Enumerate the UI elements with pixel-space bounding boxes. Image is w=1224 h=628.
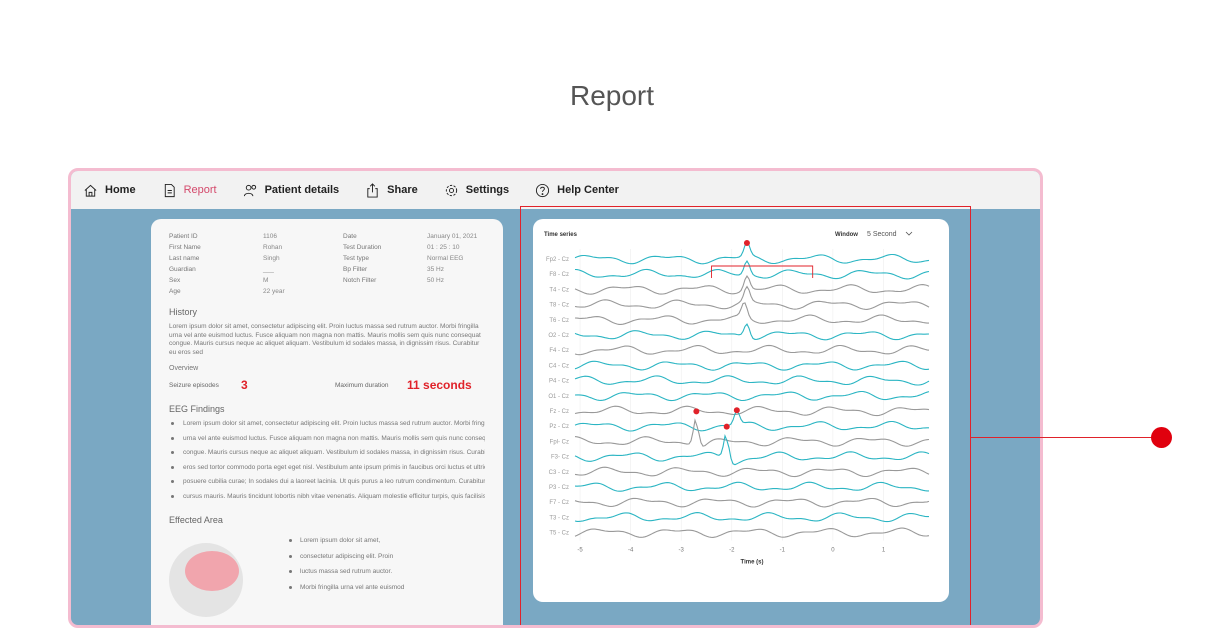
top-navbar: Home Report Patient details Share Settin…	[71, 171, 1040, 209]
patient-info-row: First Name Rohan Test Duration 01 : 25 : 10	[169, 244, 485, 254]
field-value: M	[263, 277, 269, 284]
nav-patient-details[interactable]: Patient details	[243, 183, 340, 198]
list-item: congue. Mauris cursus neque ac aliquet a…	[169, 449, 485, 464]
effected-area-title: Effected Area	[169, 515, 223, 525]
list-item: luctus massa sed rutrum auctor.	[287, 568, 404, 584]
affected-region-highlight	[185, 551, 239, 591]
list-item: Morbi fringilla urna vel ante euismod	[287, 584, 404, 600]
field-label: First Name	[169, 244, 201, 251]
nav-home-label: Home	[105, 184, 136, 196]
field-value: 35 Hz	[427, 266, 444, 273]
history-text: Lorem ipsum dolor sit amet, consectetur …	[169, 323, 481, 356]
app-frame: Home Report Patient details Share Settin…	[68, 168, 1043, 628]
gear-icon	[445, 184, 457, 196]
nav-settings-label: Settings	[465, 184, 510, 196]
patient-info-row: Patient ID 1106 Date January 01, 2021	[169, 233, 485, 243]
list-item: eros sed tortor commodo porta eget eget …	[169, 464, 485, 479]
nav-report-label: Report	[183, 184, 217, 196]
chart-highlight-box	[520, 206, 971, 625]
nav-home[interactable]: Home	[83, 183, 136, 198]
nav-report[interactable]: Report	[162, 183, 217, 198]
field-label: Age	[169, 288, 181, 295]
eeg-findings-title: EEG Findings	[169, 404, 225, 414]
field-value: 01 : 25 : 10	[427, 244, 460, 251]
field-value: Normal EEG	[427, 255, 464, 262]
nav-help-center-label: Help Center	[557, 184, 619, 196]
nav-patient-details-label: Patient details	[264, 184, 340, 196]
overview-title: Overview	[169, 365, 199, 372]
field-label: Bp Filter	[343, 266, 368, 273]
field-label: Notch Filter	[343, 277, 377, 284]
document-icon	[164, 183, 175, 197]
nav-share[interactable]: Share	[365, 182, 418, 198]
list-item: posuere cubilia curae; In sodales dui a …	[169, 478, 485, 493]
effected-area-list: Lorem ipsum dolor sit amet, consectetur a…	[287, 537, 404, 599]
field-label: Test Duration	[343, 244, 382, 251]
field-value: 50 Hz	[427, 277, 444, 284]
share-icon	[367, 182, 378, 198]
field-label: Date	[343, 233, 357, 240]
eeg-findings-list: Lorem ipsum dolor sit amet, consectetur …	[169, 420, 485, 507]
annotation-marker	[1151, 427, 1172, 448]
nav-share-label: Share	[387, 184, 418, 196]
field-value: Rohan	[263, 244, 283, 251]
annotation-connector-line	[971, 437, 1161, 438]
list-item: Lorem ipsum dolor sit amet,	[287, 537, 404, 553]
seizure-episodes-value: 3	[241, 378, 248, 392]
help-icon	[536, 183, 550, 197]
history-title: History	[169, 307, 198, 317]
field-label: Patient ID	[169, 233, 198, 240]
users-icon	[243, 184, 256, 196]
overview-row: Seizure episodes 3 Maximum duration 11 s…	[169, 378, 485, 394]
list-item: cursus mauris. Mauris tincidunt lobortis…	[169, 493, 485, 508]
field-value: 1106	[263, 233, 277, 240]
patient-info-grid: Patient ID 1106 Date January 01, 2021 First …	[169, 233, 485, 301]
field-label: Test type	[343, 255, 370, 262]
list-item: consectetur adipiscing elit. Proin	[287, 553, 404, 569]
field-value: 22 year	[263, 288, 285, 295]
list-item: Lorem ipsum dolor sit amet, consectetur …	[169, 420, 485, 435]
field-label: Guardian	[169, 266, 196, 273]
maximum-duration-value: 11 seconds	[407, 378, 472, 392]
patient-info-row: Age 22 year	[169, 288, 485, 298]
patient-info-row: Guardian ___ Bp Filter 35 Hz	[169, 266, 485, 276]
page-title: Report	[569, 80, 655, 111]
report-card: Patient ID 1106 Date January 01, 2021 First …	[151, 219, 503, 625]
home-icon	[84, 184, 97, 197]
patient-info-row: Last name Singh Test type Normal EEG	[169, 255, 485, 265]
field-value: Singh	[263, 255, 280, 262]
patient-info-row: Sex M Notch Filter 50 Hz	[169, 277, 485, 287]
nav-settings[interactable]: Settings	[444, 183, 509, 198]
field-label: Sex	[169, 277, 181, 284]
list-item: urna vel ante euismod luctus. Fusce aliq…	[169, 435, 485, 450]
field-value: January 01, 2021	[427, 233, 478, 240]
field-value: ___	[263, 266, 274, 273]
maximum-duration-label: Maximum duration	[335, 382, 389, 389]
seizure-episodes-label: Seizure episodes	[169, 382, 219, 389]
nav-help-center[interactable]: Help Center	[535, 183, 619, 198]
field-label: Last name	[169, 255, 200, 262]
effected-area: Lorem ipsum dolor sit amet, consectetur a…	[169, 531, 485, 625]
